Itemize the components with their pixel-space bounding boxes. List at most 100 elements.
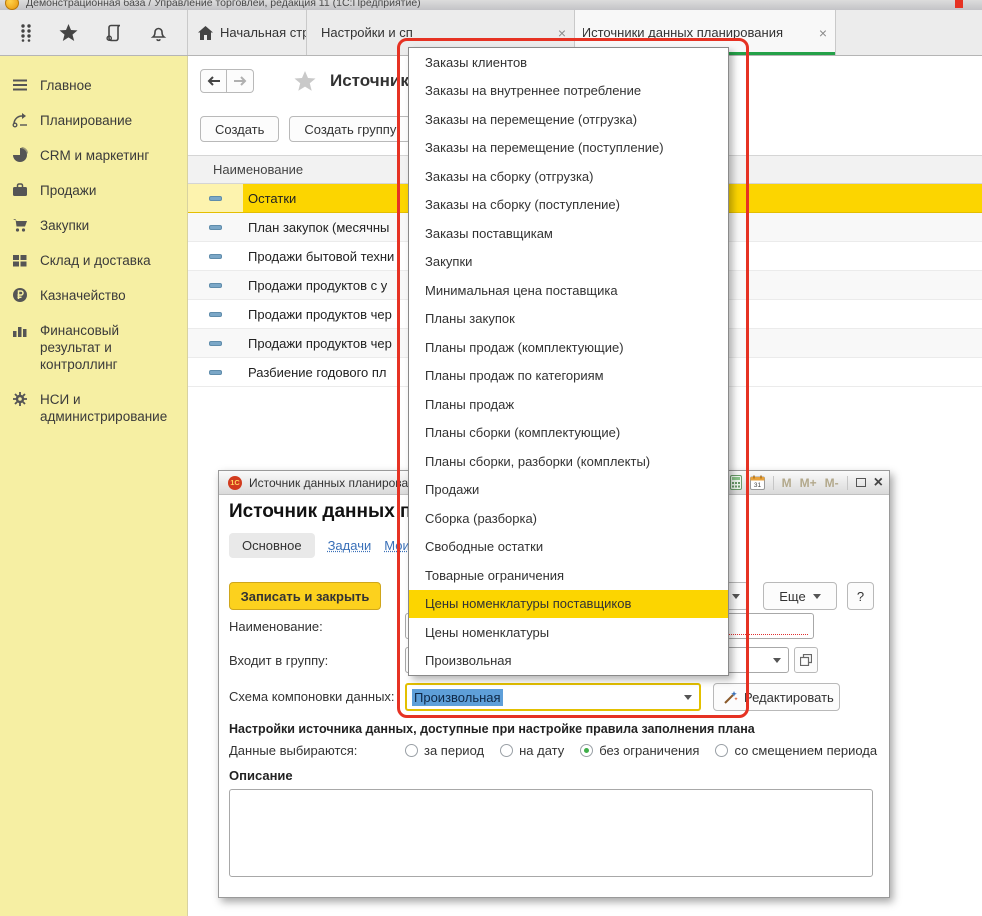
row-type-cell (188, 329, 243, 357)
schema-combobox[interactable]: Произвольная (405, 683, 701, 711)
forward-button[interactable] (227, 69, 254, 93)
dropdown-item[interactable]: Цены номенклатуры (409, 618, 728, 647)
favorites-star-icon[interactable] (59, 24, 78, 42)
description-textarea[interactable] (229, 789, 873, 877)
tab-planning-sources-close-icon[interactable]: × (819, 26, 827, 40)
dropdown-item-label: Товарные ограничения (425, 568, 564, 583)
tab-home[interactable]: Начальная страница (188, 10, 307, 55)
dropdown-item[interactable]: Заказы на внутреннее потребление (409, 77, 728, 106)
notifications-bell-icon[interactable] (150, 24, 167, 42)
dropdown-item[interactable]: Произвольная (409, 647, 728, 676)
dropdown-item-label: Заказы поставщикам (425, 226, 553, 241)
group-field-label: Входит в группу: (229, 653, 328, 668)
tab-home-label: Начальная страница (220, 25, 306, 40)
sidebar-item-planning[interactable]: Планирование (0, 103, 187, 138)
dropdown-item-label: Цены номенклатуры (425, 625, 549, 640)
row-type-cell (188, 213, 243, 241)
radio-icon[interactable] (405, 744, 418, 757)
sidebar-item-warehouse[interactable]: Склад и доставка (0, 243, 187, 278)
save-and-close-button[interactable]: Записать и закрыть (229, 582, 381, 610)
row-type-cell (188, 271, 243, 299)
data-select-radio-group: за период на дату без ограничения со сме… (405, 743, 877, 758)
close-icon[interactable]: × (874, 476, 883, 490)
row-type-cell (188, 358, 243, 386)
dropdown-item[interactable]: Заказы на перемещение (поступление) (409, 134, 728, 163)
dialog-system-icons: 31 M M+ M- × (730, 471, 883, 494)
dropdown-item[interactable]: Заказы на сборку (отгрузка) (409, 162, 728, 191)
history-scroll-icon[interactable] (105, 24, 123, 42)
tab-settings-label: Настройки и сп (321, 25, 413, 40)
dropdown-item-label: Произвольная (425, 653, 512, 668)
radio-icon[interactable] (715, 744, 728, 757)
chevron-down-icon[interactable] (773, 658, 781, 663)
row-type-cell (188, 184, 243, 212)
radio-option[interactable]: со смещением периода (715, 743, 877, 758)
dialog-tab-tasks[interactable]: Задачи (328, 538, 372, 553)
dropdown-item[interactable]: Планы продаж (409, 390, 728, 419)
chevron-down-icon[interactable] (684, 695, 692, 700)
sidebar-item-main[interactable]: Главное (0, 68, 187, 103)
dropdown-item[interactable]: Планы продаж по категориям (409, 362, 728, 391)
dropdown-item[interactable]: Товарные ограничения (409, 561, 728, 590)
sidebar-item-finance[interactable]: Финансовый результат и контроллинг (0, 313, 187, 382)
annotation-red-mark (955, 0, 963, 8)
name-field-label: Наименование: (229, 619, 323, 634)
row-label: Продажи продуктов чер (243, 336, 392, 351)
dropdown-item[interactable]: Цены номенклатуры поставщиков (409, 590, 728, 619)
memory-mminus-button[interactable]: M- (825, 476, 839, 490)
dialog-tab-my[interactable]: Мои (384, 538, 409, 553)
calendar-icon[interactable]: 31 (750, 475, 765, 490)
dropdown-item[interactable]: Заказы на перемещение (отгрузка) (409, 105, 728, 134)
menu-dots-icon[interactable] (20, 24, 32, 42)
dropdown-item[interactable]: Планы сборки (комплектующие) (409, 419, 728, 448)
dropdown-item[interactable]: Свободные остатки (409, 533, 728, 562)
magic-wand-icon (723, 690, 738, 705)
memory-m-button[interactable]: M (782, 476, 792, 490)
dropdown-item[interactable]: Планы сборки, разборки (комплекты) (409, 447, 728, 476)
maximize-icon[interactable] (856, 478, 866, 487)
create-group-button[interactable]: Создать группу (289, 116, 411, 142)
sidebar-item-purchases[interactable]: Закупки (0, 208, 187, 243)
dropdown-item[interactable]: Закупки (409, 248, 728, 277)
radio-option[interactable]: без ограничения (580, 743, 699, 758)
dropdown-item-label: Свободные остатки (425, 539, 543, 554)
element-dash-icon (209, 196, 222, 201)
radio-icon[interactable] (580, 744, 593, 757)
group-pick-button[interactable] (794, 647, 818, 673)
sidebar-item-label: Финансовый результат и контроллинг (40, 322, 179, 373)
dropdown-item[interactable]: Продажи (409, 476, 728, 505)
radio-option[interactable]: за период (405, 743, 484, 758)
back-button[interactable] (200, 69, 227, 93)
dropdown-item[interactable]: Планы продаж (комплектующие) (409, 333, 728, 362)
edit-button[interactable]: Редактировать (713, 683, 840, 711)
create-button[interactable]: Создать (200, 116, 279, 142)
calculator-icon[interactable] (730, 475, 742, 490)
sidebar-item-admin[interactable]: НСИ и администрирование (0, 382, 187, 434)
dropdown-item-label: Заказы на сборку (поступление) (425, 197, 620, 212)
dropdown-item[interactable]: Планы закупок (409, 305, 728, 334)
dropdown-item[interactable]: Сборка (разборка) (409, 504, 728, 533)
sidebar-item-crm[interactable]: CRM и маркетинг (0, 138, 187, 173)
menu-icon (12, 77, 28, 93)
radio-icon[interactable] (500, 744, 513, 757)
more-button[interactable]: Еще (763, 582, 837, 610)
radio-option[interactable]: на дату (500, 743, 564, 758)
sidebar-item-treasury[interactable]: Казначейство (0, 278, 187, 313)
dropdown-item[interactable]: Заказы поставщикам (409, 219, 728, 248)
dropdown-item[interactable]: Минимальная цена поставщика (409, 276, 728, 305)
dropdown-item-label: Цены номенклатуры поставщиков (425, 596, 631, 611)
favorite-star-icon[interactable] (294, 71, 316, 92)
dropdown-item-label: Минимальная цена поставщика (425, 283, 618, 298)
element-dash-icon (209, 312, 222, 317)
tab-settings-close-icon[interactable]: × (558, 26, 566, 40)
memory-mplus-button[interactable]: M+ (800, 476, 817, 490)
sidebar-item-sales[interactable]: Продажи (0, 173, 187, 208)
sidebar-item-label: Закупки (40, 217, 89, 234)
dialog-tab-main[interactable]: Основное (229, 533, 315, 558)
dropdown-item[interactable]: Заказы на сборку (поступление) (409, 191, 728, 220)
dropdown-item[interactable]: Заказы клиентов (409, 48, 728, 77)
element-dash-icon (209, 283, 222, 288)
radio-label: на дату (519, 743, 564, 758)
row-label: Продажи продуктов с у (243, 278, 387, 293)
help-button[interactable]: ? (847, 582, 874, 610)
